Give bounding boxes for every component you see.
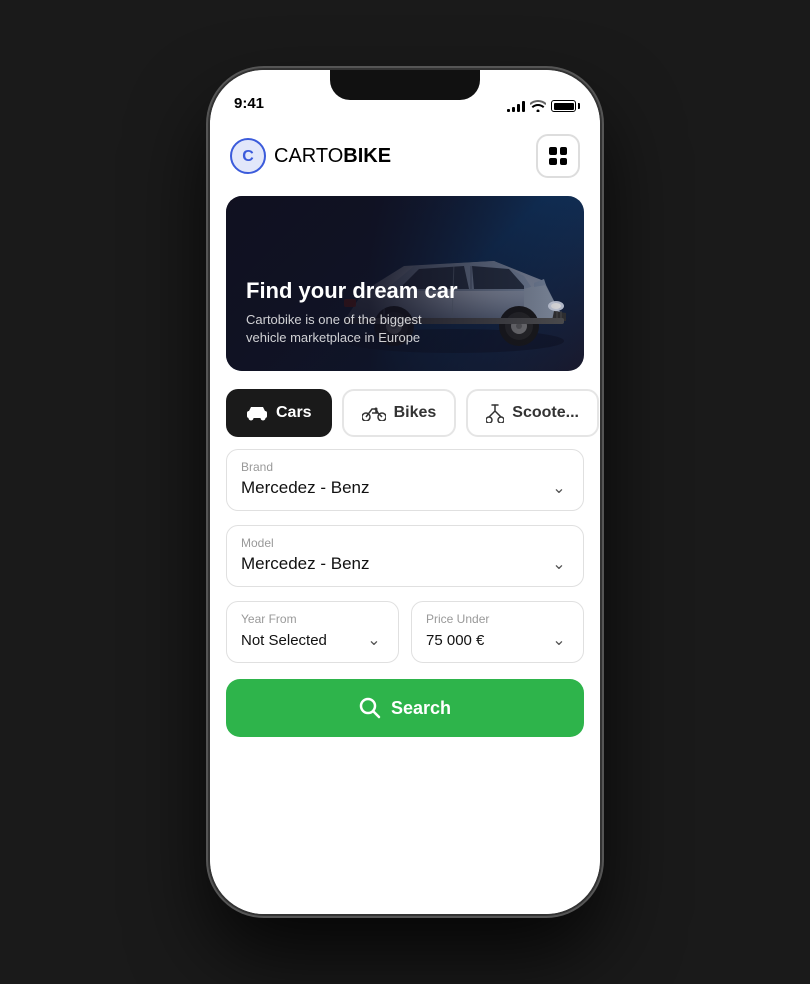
brand-label: Brand — [241, 460, 569, 474]
hero-title: Find your dream car — [246, 278, 458, 304]
search-icon — [359, 697, 381, 719]
price-under-label: Price Under — [426, 612, 569, 626]
year-price-row: Year From Not Selected ⌄ Price Under 75 … — [226, 601, 584, 663]
model-dropdown[interactable]: Model Mercedez - Benz ⌄ — [226, 525, 584, 587]
tab-bikes-label: Bikes — [394, 404, 437, 422]
menu-button[interactable] — [536, 134, 580, 178]
app-content: C CARTOBIKE — [210, 120, 600, 914]
status-icons — [507, 100, 576, 112]
model-value: Mercedez - Benz — [241, 554, 370, 574]
category-tabs: Cars Bikes — [210, 371, 600, 449]
logo: C CARTOBIKE — [230, 138, 391, 174]
tab-scooters[interactable]: Scoote... — [466, 389, 599, 437]
price-under-chevron-icon: ⌄ — [549, 630, 569, 650]
price-under-dropdown[interactable]: Price Under 75 000 € ⌄ — [411, 601, 584, 663]
car-tab-icon — [246, 405, 268, 421]
model-label: Model — [241, 536, 569, 550]
year-from-label: Year From — [241, 612, 384, 626]
bottom-safe-area — [210, 757, 600, 777]
brand-dropdown[interactable]: Brand Mercedez - Benz ⌄ — [226, 449, 584, 511]
year-from-value: Not Selected — [241, 632, 327, 649]
hero-text: Find your dream car Cartobike is one of … — [246, 278, 458, 347]
hero-subtitle: Cartobike is one of the biggest vehicle … — [246, 311, 426, 347]
model-chevron-icon: ⌄ — [549, 554, 569, 574]
year-from-dropdown[interactable]: Year From Not Selected ⌄ — [226, 601, 399, 663]
logo-bike: BIKE — [343, 145, 391, 167]
tab-cars[interactable]: Cars — [226, 389, 332, 437]
tab-cars-label: Cars — [276, 404, 312, 422]
price-under-value: 75 000 € — [426, 632, 484, 649]
logo-icon: C — [230, 138, 266, 174]
battery-icon — [551, 100, 576, 112]
brand-chevron-icon: ⌄ — [549, 478, 569, 498]
phone-screen: 9:41 — [210, 70, 600, 914]
app-header: C CARTOBIKE — [210, 120, 600, 192]
search-form: Brand Mercedez - Benz ⌄ Model Mercedez -… — [210, 449, 600, 663]
wifi-icon — [530, 100, 546, 112]
tab-bikes[interactable]: Bikes — [342, 389, 457, 437]
year-from-chevron-icon: ⌄ — [364, 630, 384, 650]
grid-icon — [549, 147, 567, 165]
bike-tab-icon — [362, 405, 386, 421]
status-time: 9:41 — [234, 95, 264, 112]
logo-text: CARTOBIKE — [274, 145, 391, 168]
logo-carto: CARTO — [274, 145, 343, 167]
brand-value: Mercedez - Benz — [241, 478, 370, 498]
svg-text:C: C — [242, 148, 254, 165]
signal-icon — [507, 100, 525, 112]
scooter-tab-icon — [486, 403, 504, 423]
search-button[interactable]: Search — [226, 679, 584, 737]
phone-frame: 9:41 — [210, 70, 600, 914]
hero-banner: Find your dream car Cartobike is one of … — [226, 196, 584, 371]
search-button-label: Search — [391, 698, 451, 719]
phone-notch — [330, 70, 480, 100]
tab-scooters-label: Scoote... — [512, 404, 579, 422]
